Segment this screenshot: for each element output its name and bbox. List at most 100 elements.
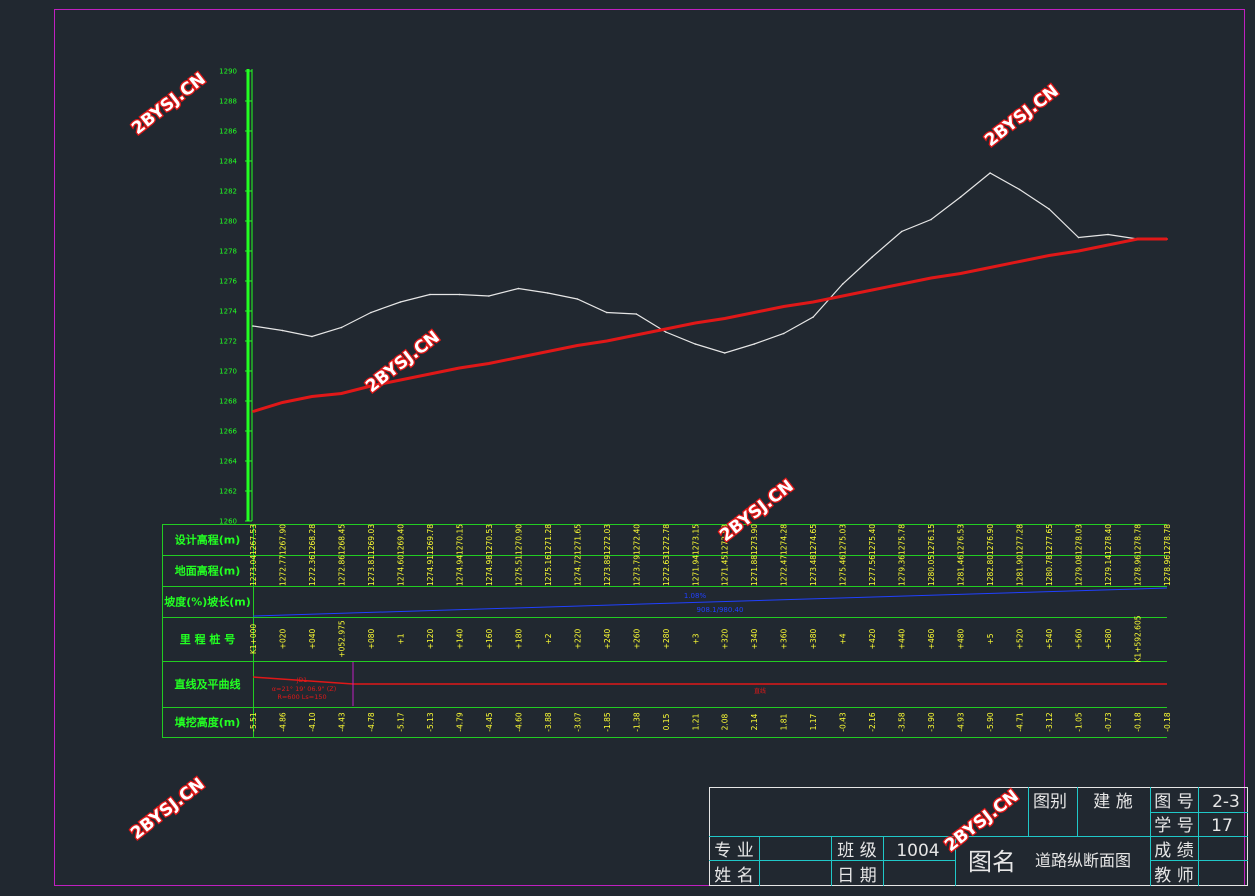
grade-length: 908.1/980.40 xyxy=(697,606,744,614)
design-point xyxy=(428,373,431,375)
ground-point xyxy=(753,343,756,345)
fill-cut-cell: -1.85 xyxy=(603,712,612,732)
ground-point xyxy=(1018,188,1021,191)
y-tick-label: 1284 xyxy=(219,158,237,166)
fill-cut-cell: -3.58 xyxy=(898,712,907,732)
station-cell: +052.975 xyxy=(337,620,346,658)
title-block: 图别 建 施 图 号 2-3 学 号 17 专 业 班 级 1004 姓 名 日… xyxy=(709,787,1248,886)
drawing-name-value: 道路纵断面图 xyxy=(1035,851,1131,870)
ground-elevation-cell: 1274.60 xyxy=(396,555,405,586)
fill-cut-cell: -5.13 xyxy=(426,712,435,732)
design-elevation-cell: 1269.03 xyxy=(367,524,376,555)
elevation-axis: 1260126212641266126812701272127412761278… xyxy=(219,68,253,526)
design-elevation-cell: 1278.03 xyxy=(1075,524,1084,555)
design-elevation-cell: 1271.65 xyxy=(573,524,582,555)
ground-point xyxy=(782,332,785,335)
watermark: 2BYSJ.CN xyxy=(941,786,1023,856)
class-label: 班 级 xyxy=(837,841,876,861)
table-row-label: 直线及平曲线 xyxy=(175,677,241,691)
ground-point xyxy=(340,326,343,329)
ground-point xyxy=(606,311,608,314)
station-cell: +180 xyxy=(514,628,523,649)
fill-cut-cell: -0.18 xyxy=(1163,712,1172,732)
drawing-canvas: 1260126212641266126812701272127412761278… xyxy=(54,9,1248,886)
fill-cut-cell: -5.17 xyxy=(396,712,405,732)
design-point xyxy=(1166,238,1168,240)
ground-elevation-cell: 1272.47 xyxy=(780,555,789,586)
station-cell: +3 xyxy=(691,633,700,644)
ground-elevation-cell: 1271.88 xyxy=(750,555,759,586)
fill-cut-cell: -3.12 xyxy=(1045,712,1054,732)
design-elevation-cell: 1268.45 xyxy=(337,524,346,555)
fill-cut-cell: -5.90 xyxy=(986,712,995,732)
teacher-label: 教 师 xyxy=(1154,866,1193,886)
y-tick-label: 1270 xyxy=(219,368,237,376)
ground-point xyxy=(989,172,991,174)
y-tick-label: 1286 xyxy=(219,128,237,136)
curve-formula-radius: R=600 Ls=150 xyxy=(277,693,326,701)
fill-cut-cell: -3.88 xyxy=(544,712,553,732)
ground-elevation-cell: 1271.45 xyxy=(721,555,730,586)
design-point xyxy=(753,311,756,314)
station-cell: +420 xyxy=(868,628,877,649)
ground-point xyxy=(399,301,402,303)
design-profile-line xyxy=(252,237,1167,413)
watermark: 2BYSJ.CN xyxy=(128,69,210,139)
y-tick-label: 1272 xyxy=(219,338,237,346)
ground-elevation-cell: 1271.94 xyxy=(691,555,700,586)
fill-cut-cell: -5.51 xyxy=(249,712,258,732)
station-cell: +2 xyxy=(544,633,553,644)
ground-point xyxy=(311,335,313,338)
ground-elevation-cell: 1273.48 xyxy=(809,555,818,586)
ground-elevation-cell: 1272.77 xyxy=(278,555,287,586)
design-elevation-cell: 1273.15 xyxy=(691,524,700,555)
ground-point xyxy=(694,343,697,345)
design-point xyxy=(576,344,579,347)
design-points xyxy=(252,238,1168,413)
ground-point xyxy=(812,316,814,318)
fill-cut-cell: -0.18 xyxy=(1134,712,1143,732)
design-point xyxy=(281,401,284,404)
ground-point xyxy=(635,313,638,315)
ground-point xyxy=(458,293,461,296)
ground-elevation-cell: 1272.36 xyxy=(308,555,317,586)
ground-elevation-cell: 1280.78 xyxy=(1045,555,1054,586)
table-row-label: 坡度(%)坡长(m) xyxy=(164,595,251,609)
station-cell: +5 xyxy=(986,633,995,644)
ground-points xyxy=(252,172,1168,354)
ground-point xyxy=(252,325,254,327)
table-row-label: 地面高程(m) xyxy=(175,564,241,578)
fill-cut-cell: -4.71 xyxy=(1016,712,1025,732)
ground-elevation-cell: 1274.94 xyxy=(455,555,464,586)
y-tick-label: 1282 xyxy=(219,188,237,196)
ground-elevation-cell: 1279.36 xyxy=(898,555,907,586)
design-point xyxy=(399,379,402,381)
ground-point xyxy=(900,230,903,233)
ground-point xyxy=(281,329,284,332)
station-cell: +140 xyxy=(455,628,464,649)
ground-elevation-cell: 1273.04 xyxy=(249,555,258,586)
design-elevation-cell: 1270.90 xyxy=(514,524,523,555)
ground-point xyxy=(959,196,962,198)
station-cell: +560 xyxy=(1075,628,1084,649)
category-label: 图别 xyxy=(1033,792,1067,812)
drawing-frame xyxy=(54,9,1245,886)
ground-elevation-cell: 1275.16 xyxy=(544,555,553,586)
design-elevation-cell: 1270.15 xyxy=(455,524,464,555)
design-elevation-cell: 1274.28 xyxy=(780,524,789,555)
design-elevation-cell: 1276.15 xyxy=(927,524,936,555)
station-cell: +020 xyxy=(278,628,287,649)
fill-cut-cell: -4.78 xyxy=(367,712,376,732)
design-elevation-cell: 1271.28 xyxy=(544,524,553,555)
station-cell: K1+592.605 xyxy=(1134,615,1143,662)
station-cell: +380 xyxy=(809,628,818,649)
design-elevation-cell: 1275.40 xyxy=(868,524,877,555)
station-cell: +160 xyxy=(485,628,494,649)
fill-cut-cell: -3.07 xyxy=(573,712,582,732)
design-point xyxy=(487,362,490,365)
station-cell: +080 xyxy=(367,628,376,649)
design-point xyxy=(1048,254,1051,257)
design-point xyxy=(517,356,520,359)
y-tick-label: 1276 xyxy=(219,278,237,286)
station-cell: +4 xyxy=(839,633,848,644)
